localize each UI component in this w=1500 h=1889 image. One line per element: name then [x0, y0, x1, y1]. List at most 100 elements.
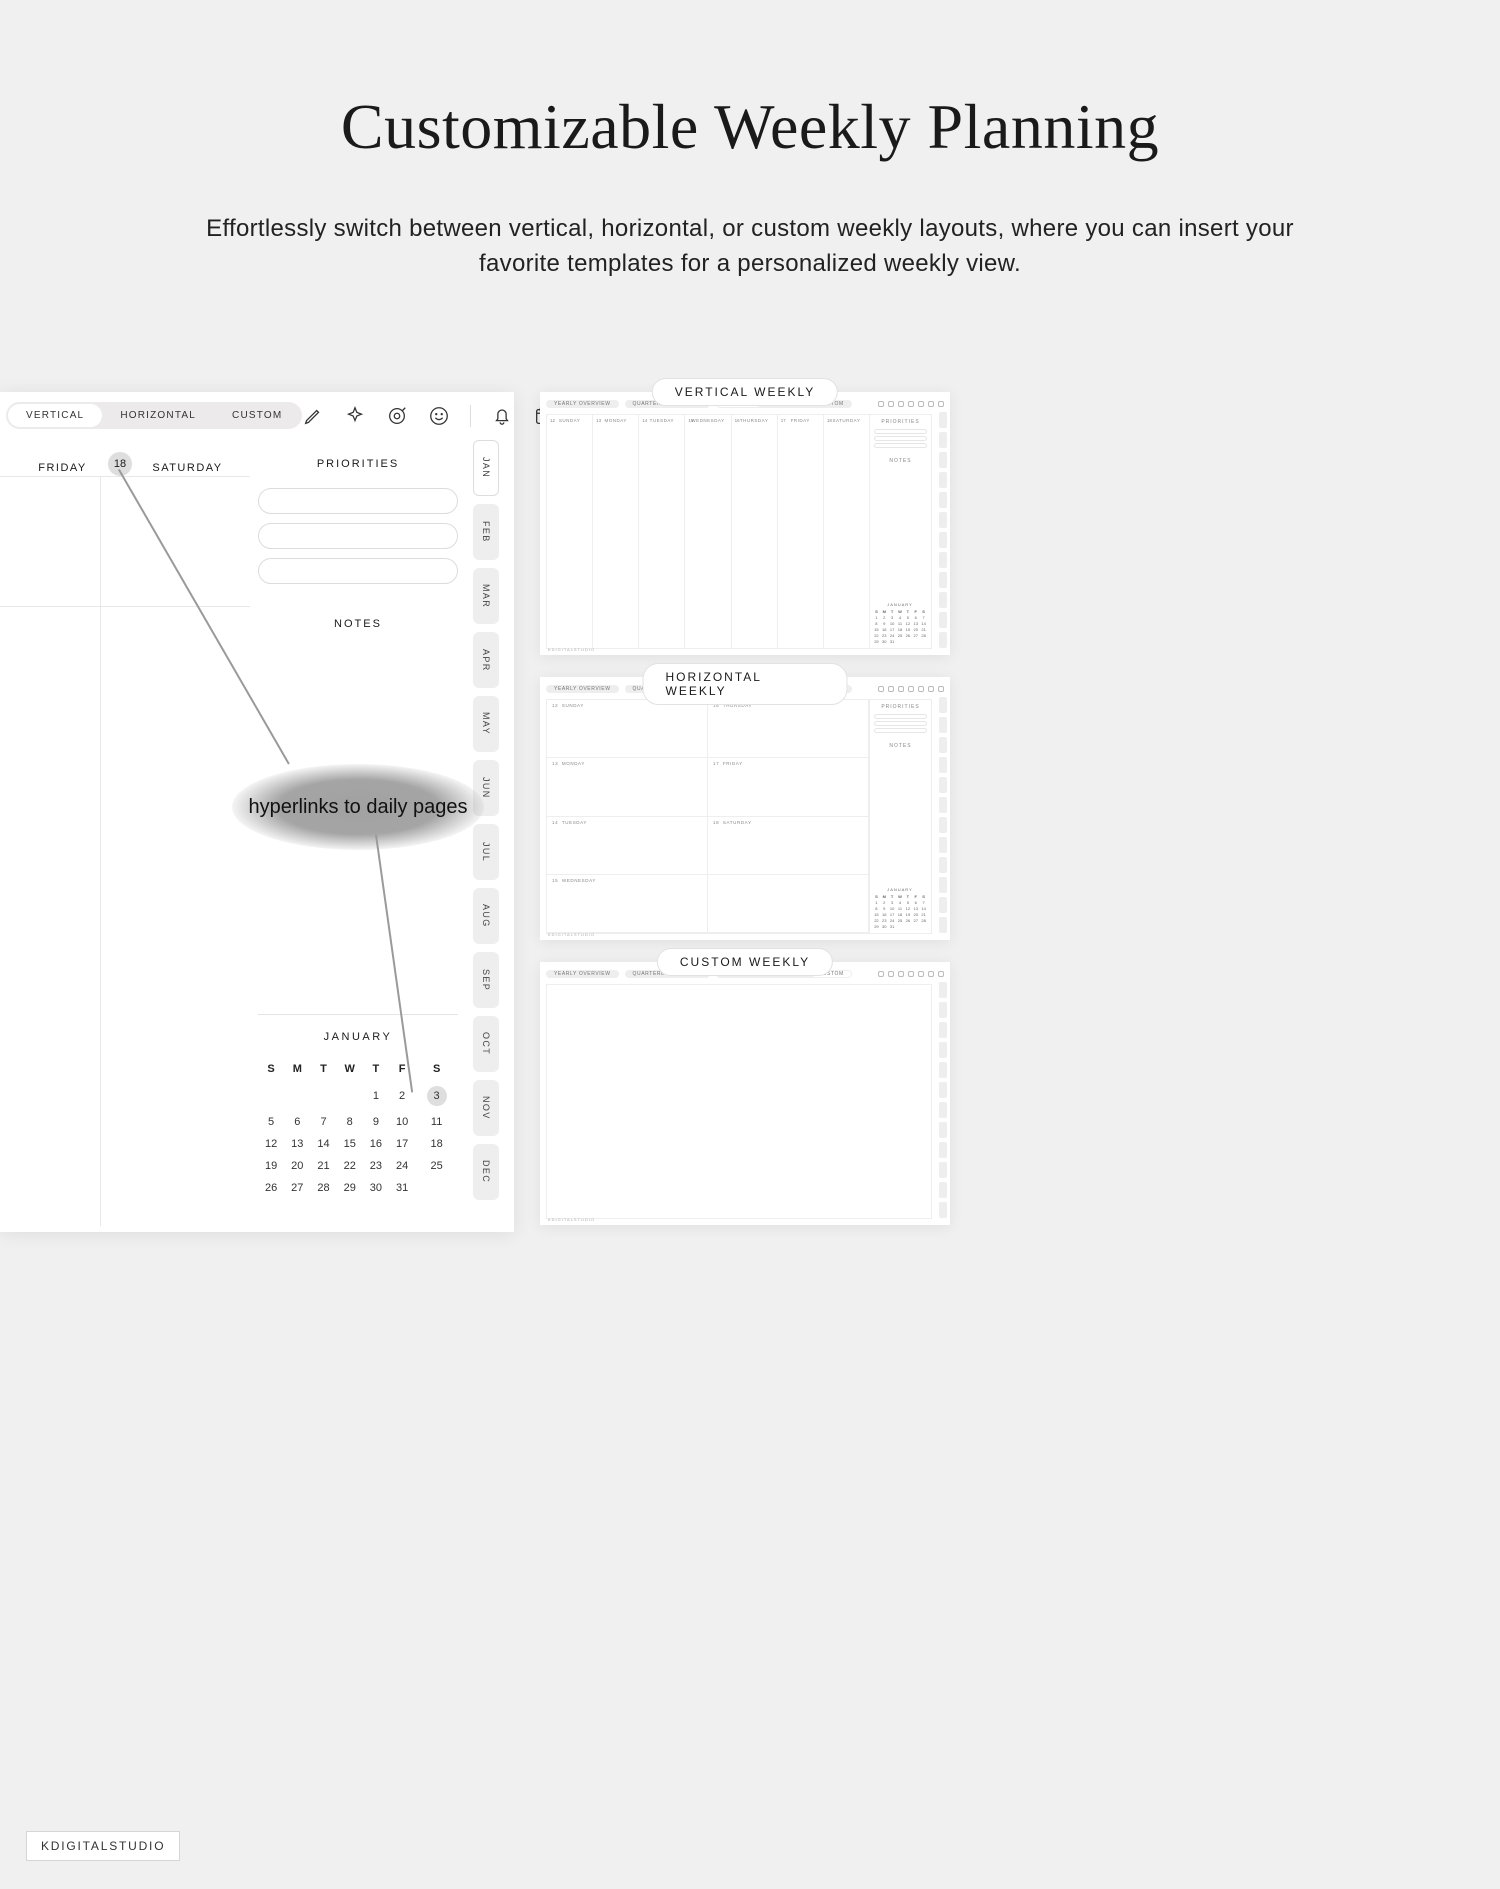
mini-cal-dow: M — [284, 1057, 310, 1081]
month-tab-mar[interactable]: MAR — [473, 568, 499, 624]
mini-cal-dow: F — [389, 1057, 415, 1081]
preview-label: HORIZONTAL WEEKLY — [643, 663, 848, 705]
mini-cal-day[interactable]: 11 — [415, 1111, 458, 1133]
callout-text: hyperlinks to daily pages — [248, 795, 467, 820]
target-icon[interactable] — [386, 405, 408, 427]
mini-cal-day[interactable]: 13 — [284, 1133, 310, 1155]
mini-cal-day[interactable]: 1 — [363, 1081, 389, 1111]
mini-cal-day[interactable]: 24 — [389, 1155, 415, 1177]
tab-custom[interactable]: CUSTOM — [214, 404, 300, 427]
day-column[interactable]: 16THURSDAY — [732, 415, 778, 648]
mini-cal-day[interactable]: 28 — [310, 1177, 336, 1199]
month-tab-jan[interactable]: JAN — [473, 440, 499, 496]
footer-brand: KDIGITALSTUDIO — [548, 932, 595, 937]
topbar-pill[interactable]: YEARLY OVERVIEW — [546, 400, 619, 408]
sparkle-icon[interactable] — [344, 405, 366, 427]
mini-cal-dow: W — [337, 1057, 363, 1081]
toolbar-divider — [470, 405, 471, 427]
toolbar — [878, 971, 944, 977]
topbar-pill[interactable]: YEARLY OVERVIEW — [546, 685, 619, 693]
layout-tab-group: VERTICAL HORIZONTAL CUSTOM — [6, 402, 302, 429]
mini-cal-day — [284, 1081, 310, 1111]
day-cell[interactable]: 17 FRIDAY — [708, 758, 869, 816]
day-column[interactable]: 18SATURDAY — [824, 415, 869, 648]
planner-grid — [0, 476, 250, 1226]
month-tab-aug[interactable]: AUG — [473, 888, 499, 944]
month-tab-nov[interactable]: NOV — [473, 1080, 499, 1136]
mini-cal-day[interactable]: 29 — [337, 1177, 363, 1199]
smile-icon[interactable] — [428, 405, 450, 427]
mini-cal-day[interactable]: 25 — [415, 1155, 458, 1177]
topbar-pill[interactable]: YEARLY OVERVIEW — [546, 970, 619, 978]
mini-cal-day[interactable]: 3 — [415, 1081, 458, 1111]
mini-cal-day — [415, 1177, 458, 1199]
mini-cal-day[interactable]: 5 — [258, 1111, 284, 1133]
mini-cal-day[interactable]: 9 — [363, 1111, 389, 1133]
month-tab-dec[interactable]: DEC — [473, 1144, 499, 1200]
mini-cal-day[interactable]: 17 — [389, 1133, 415, 1155]
mini-calendar-month: JANUARY — [258, 1014, 458, 1043]
month-tab-may[interactable]: MAY — [473, 696, 499, 752]
day-cell[interactable]: 13 MONDAY — [547, 758, 708, 816]
preview-label: VERTICAL WEEKLY — [652, 378, 838, 406]
mini-cal-day[interactable]: 26 — [258, 1177, 284, 1199]
tab-vertical[interactable]: VERTICAL — [8, 404, 102, 427]
notes-heading: NOTES — [870, 743, 931, 749]
mini-cal-day[interactable]: 6 — [284, 1111, 310, 1133]
preview-horizontal: HORIZONTAL WEEKLY YEARLY OVERVIEW QUARTE… — [540, 677, 950, 940]
mini-cal-day[interactable]: 14 — [310, 1133, 336, 1155]
notes-heading: NOTES — [258, 618, 458, 630]
day-cell[interactable]: 12 SUNDAY — [547, 700, 708, 758]
mini-cal-day[interactable]: 12 — [258, 1133, 284, 1155]
page-title: Customizable Weekly Planning — [0, 90, 1500, 164]
month-tabs — [939, 982, 947, 1218]
mini-cal-day[interactable]: 31 — [389, 1177, 415, 1199]
priority-line[interactable] — [258, 523, 458, 549]
month-tab-oct[interactable]: OCT — [473, 1016, 499, 1072]
day-column[interactable]: 15WEDNESDAY — [685, 415, 731, 648]
month-tab-jul[interactable]: JUL — [473, 824, 499, 880]
mini-cal-day[interactable]: 30 — [363, 1177, 389, 1199]
mini-cal-day[interactable]: 7 — [310, 1111, 336, 1133]
day-cell[interactable]: 16 THURSDAY — [708, 700, 869, 758]
month-tab-feb[interactable]: FEB — [473, 504, 499, 560]
month-tab-sep[interactable]: SEP — [473, 952, 499, 1008]
day-column[interactable]: 12SUNDAY — [547, 415, 593, 648]
bell-icon[interactable] — [491, 405, 513, 427]
month-tabs — [939, 697, 947, 933]
day-cell — [708, 875, 869, 933]
day-cell[interactable]: 14 TUESDAY — [547, 817, 708, 875]
preview-custom: CUSTOM WEEKLY YEARLY OVERVIEW QUARTERLY … — [540, 962, 950, 1225]
footer-brand: KDIGITALSTUDIO — [548, 647, 595, 652]
mini-cal-day[interactable]: 21 — [310, 1155, 336, 1177]
mini-cal-day[interactable]: 8 — [337, 1111, 363, 1133]
month-tab-apr[interactable]: APR — [473, 632, 499, 688]
day-cell[interactable]: 15 WEDNESDAY — [547, 875, 708, 933]
brand-badge: KDIGITALSTUDIO — [26, 1831, 180, 1861]
mini-cal-dow: T — [363, 1057, 389, 1081]
mini-cal-day[interactable]: 20 — [284, 1155, 310, 1177]
mini-cal-day[interactable]: 10 — [389, 1111, 415, 1133]
priority-line[interactable] — [258, 558, 458, 584]
priority-line[interactable] — [258, 488, 458, 514]
mini-cal-day[interactable]: 22 — [337, 1155, 363, 1177]
mini-cal-day[interactable]: 23 — [363, 1155, 389, 1177]
toolbar — [878, 401, 944, 407]
mini-cal-dow: S — [258, 1057, 284, 1081]
mini-cal-day[interactable]: 19 — [258, 1155, 284, 1177]
preview-label: CUSTOM WEEKLY — [657, 948, 833, 976]
tab-horizontal[interactable]: HORIZONTAL — [102, 404, 214, 427]
day-column[interactable]: 14TUESDAY — [639, 415, 685, 648]
mini-cal-day[interactable]: 18 — [415, 1133, 458, 1155]
day-column[interactable]: 13MONDAY — [593, 415, 639, 648]
mini-cal-day[interactable]: 15 — [337, 1133, 363, 1155]
mini-cal-day[interactable]: 16 — [363, 1133, 389, 1155]
mini-cal-dow: T — [310, 1057, 336, 1081]
day-cell[interactable]: 18 SATURDAY — [708, 817, 869, 875]
day-column[interactable]: 17FRIDAY — [778, 415, 824, 648]
footer-brand: KDIGITALSTUDIO — [548, 1217, 595, 1222]
page-subtitle: Effortlessly switch between vertical, ho… — [190, 212, 1310, 282]
pencil-icon[interactable] — [302, 405, 324, 427]
mini-cal-day — [310, 1081, 336, 1111]
mini-cal-day[interactable]: 27 — [284, 1177, 310, 1199]
